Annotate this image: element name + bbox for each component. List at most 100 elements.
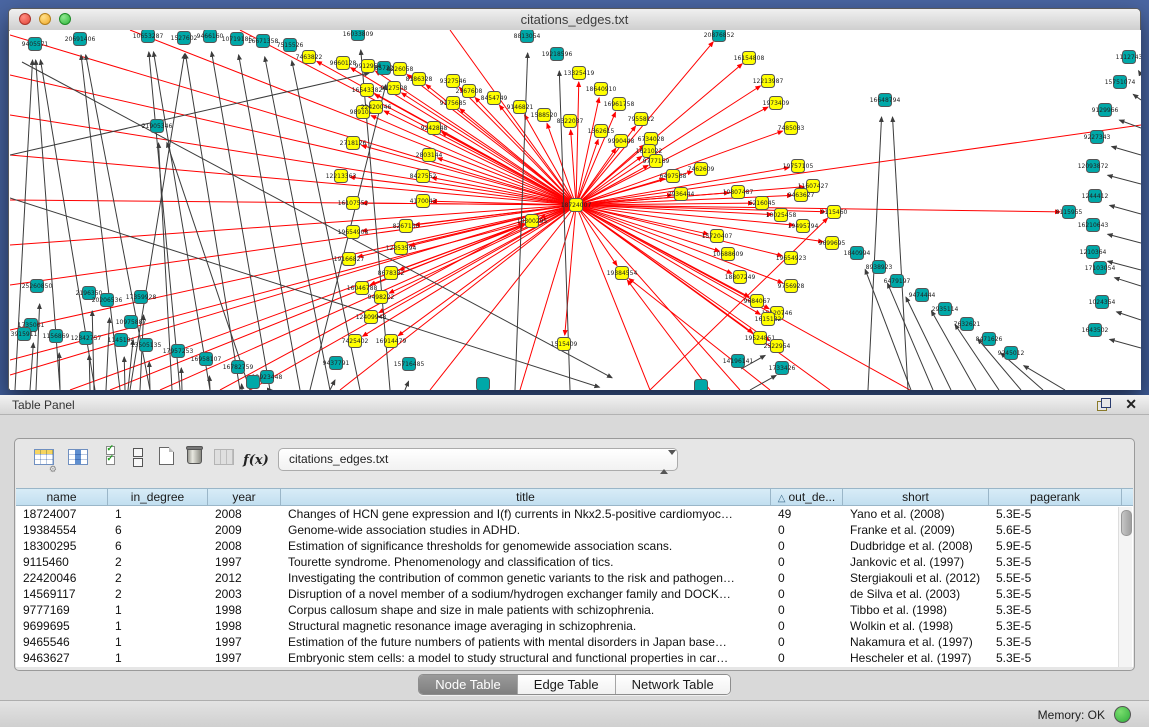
table-cell[interactable]: 1: [108, 602, 208, 618]
table-cell[interactable]: 2003: [208, 586, 281, 602]
scrollbar-thumb[interactable]: [1121, 510, 1132, 536]
table-cell[interactable]: Franke et al. (2009): [843, 522, 989, 538]
table-cell[interactable]: Tibbo et al. (1998): [843, 602, 989, 618]
table-cell[interactable]: 5.3E-5: [989, 554, 1122, 570]
network-view-canvas[interactable]: 9405571206914061065328715276029466160107…: [10, 30, 1141, 390]
table-cell[interactable]: 5.9E-5: [989, 538, 1122, 554]
table-row[interactable]: 911546021997Tourette syndrome. Phenomeno…: [16, 554, 1133, 570]
table-cell[interactable]: 5.3E-5: [989, 506, 1122, 522]
table-cell[interactable]: 9699695: [16, 618, 108, 634]
table-cell[interactable]: 0: [771, 618, 843, 634]
table-cell[interactable]: Investigating the contribution of common…: [281, 570, 771, 586]
table-cell[interactable]: 6: [108, 538, 208, 554]
table-cell[interactable]: 1: [108, 650, 208, 666]
table-cell[interactable]: Stergiakouli et al. (2012): [843, 570, 989, 586]
memory-status-indicator[interactable]: [1114, 706, 1131, 723]
table-cell[interactable]: Genome-wide association studies in ADHD.: [281, 522, 771, 538]
table-cell[interactable]: 2009: [208, 522, 281, 538]
table-cell[interactable]: 6: [108, 522, 208, 538]
table-cell[interactable]: 0: [771, 554, 843, 570]
tab-node-table[interactable]: Node Table: [419, 675, 518, 694]
table-cell[interactable]: 5.3E-5: [989, 586, 1122, 602]
table-panel-header[interactable]: Table Panel ✕: [0, 395, 1149, 415]
graph-node[interactable]: [695, 380, 708, 391]
table-cell[interactable]: 2012: [208, 570, 281, 586]
table-cell[interactable]: 0: [771, 634, 843, 650]
table-cell[interactable]: 0: [771, 650, 843, 666]
create-column-button[interactable]: [153, 447, 179, 471]
table-cell[interactable]: 2: [108, 554, 208, 570]
table-row[interactable]: 977716911998Corpus callosum shape and si…: [16, 602, 1133, 618]
table-row[interactable]: 2242004622012Investigating the contribut…: [16, 570, 1133, 586]
table-cell[interactable]: Hescheler et al. (1997): [843, 650, 989, 666]
table-cell[interactable]: Wolkin et al. (1998): [843, 618, 989, 634]
float-panel-icon[interactable]: [1097, 398, 1109, 410]
table-cell[interactable]: 9465546: [16, 634, 108, 650]
table-cell[interactable]: 49: [771, 506, 843, 522]
table-cell[interactable]: Tourette syndrome. Phenomenology and cla…: [281, 554, 771, 570]
function-builder-button[interactable]: f(x): [243, 451, 269, 475]
table-cell[interactable]: 22420046: [16, 570, 108, 586]
table-cell[interactable]: 1997: [208, 650, 281, 666]
table-cell[interactable]: Changes of HCN gene expression and I(f) …: [281, 506, 771, 522]
table-cell[interactable]: Jankovic et al. (1997): [843, 554, 989, 570]
network-window[interactable]: citations_edges.txt 94055712069140610653…: [8, 8, 1141, 390]
column-header-year[interactable]: year: [208, 489, 281, 505]
table-cell[interactable]: 18300295: [16, 538, 108, 554]
table-cell[interactable]: 0: [771, 602, 843, 618]
table-cell[interactable]: 1998: [208, 602, 281, 618]
table-row[interactable]: 1830029562008Estimation of significance …: [16, 538, 1133, 554]
tab-edge-table[interactable]: Edge Table: [518, 675, 616, 694]
table-cell[interactable]: Estimation of significance thresholds fo…: [281, 538, 771, 554]
table-cell[interactable]: 5.6E-5: [989, 522, 1122, 538]
column-header-in_degree[interactable]: in_degree: [108, 489, 208, 505]
table-row[interactable]: 946362711997Embryonic stem cells: a mode…: [16, 650, 1133, 666]
table-row[interactable]: 969969511998Structural magnetic resonanc…: [16, 618, 1133, 634]
network-window-titlebar[interactable]: citations_edges.txt: [9, 9, 1140, 31]
table-cell[interactable]: 9115460: [16, 554, 108, 570]
table-scrollbar[interactable]: [1118, 507, 1132, 667]
table-cell[interactable]: Estimation of the future numbers of pati…: [281, 634, 771, 650]
table-cell[interactable]: 1: [108, 618, 208, 634]
table-cell[interactable]: 5.3E-5: [989, 602, 1122, 618]
table-row[interactable]: 1456911722003Disruption of a novel membe…: [16, 586, 1133, 602]
table-cell[interactable]: Corpus callosum shape and size in male p…: [281, 602, 771, 618]
table-cell[interactable]: 1: [108, 506, 208, 522]
column-header-out_de[interactable]: △out_de...: [771, 489, 843, 505]
table-row[interactable]: 1872400712008Changes of HCN gene express…: [16, 506, 1133, 522]
tab-network-table[interactable]: Network Table: [616, 675, 730, 694]
table-cell[interactable]: 1998: [208, 618, 281, 634]
select-columns-button[interactable]: [97, 445, 123, 469]
close-panel-icon[interactable]: ✕: [1125, 396, 1137, 413]
table-cell[interactable]: 1997: [208, 554, 281, 570]
column-header-pagerank[interactable]: pagerank: [989, 489, 1122, 505]
table-cell[interactable]: 9777169: [16, 602, 108, 618]
delete-column-button[interactable]: [181, 445, 207, 469]
table-cell[interactable]: 5.5E-5: [989, 570, 1122, 586]
column-header-name[interactable]: name: [16, 489, 108, 505]
graph-node[interactable]: [247, 376, 260, 389]
table-cell[interactable]: 5.3E-5: [989, 618, 1122, 634]
table-cell[interactable]: 0: [771, 570, 843, 586]
table-cell[interactable]: 0: [771, 538, 843, 554]
table-cell[interactable]: Nakamura et al. (1997): [843, 634, 989, 650]
table-row[interactable]: 946554611997Estimation of the future num…: [16, 634, 1133, 650]
table-cell[interactable]: 2: [108, 586, 208, 602]
table-selector-dropdown[interactable]: citations_edges.txt: [278, 448, 678, 471]
table-cell[interactable]: 1997: [208, 634, 281, 650]
table-cell[interactable]: 0: [771, 586, 843, 602]
table-cell[interactable]: 1: [108, 634, 208, 650]
column-header-short[interactable]: short: [843, 489, 989, 505]
table-cell[interactable]: 18724007: [16, 506, 108, 522]
table-cell[interactable]: 2008: [208, 506, 281, 522]
show-column-button[interactable]: [65, 449, 91, 473]
table-cell[interactable]: Structural magnetic resonance image aver…: [281, 618, 771, 634]
table-cell[interactable]: 0: [771, 522, 843, 538]
table-cell[interactable]: 9463627: [16, 650, 108, 666]
row-height-button[interactable]: [125, 447, 151, 471]
table-cell[interactable]: 2008: [208, 538, 281, 554]
table-cell[interactable]: Embryonic stem cells: a model to study s…: [281, 650, 771, 666]
table-cell[interactable]: de Silva et al. (2003): [843, 586, 989, 602]
table-cell[interactable]: 19384554: [16, 522, 108, 538]
table-cell[interactable]: Disruption of a novel member of a sodium…: [281, 586, 771, 602]
